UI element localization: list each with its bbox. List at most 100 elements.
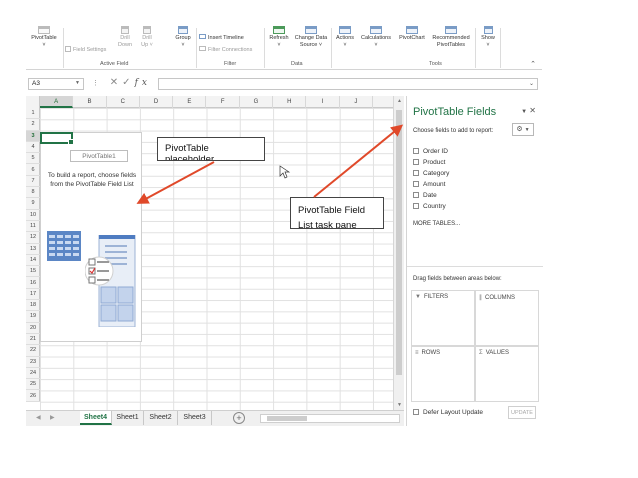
cancel-icon[interactable]: ✕ [110,77,122,88]
insert-timeline-button[interactable]: Insert Timeline [199,34,244,42]
row-header-26[interactable]: 26 [26,391,40,402]
pane-options-icon[interactable]: ▼ [521,109,527,115]
change-source-icon [305,26,317,34]
checkbox-icon[interactable] [413,203,419,209]
field-settings-button[interactable]: Field Settings [65,46,106,54]
insert-function-icon[interactable]: fx [135,78,151,88]
row-header-24[interactable]: 24 [26,368,40,380]
row-header-5[interactable]: 5 [26,153,40,165]
show-button[interactable]: Show ˅ [477,26,499,60]
checkbox-icon[interactable] [413,409,419,415]
calculations-button[interactable]: Calculations ˅ [358,26,394,60]
expand-formula-icon[interactable]: ⌄ [529,80,534,87]
row-header-10[interactable]: 10 [26,210,40,221]
column-header-f[interactable]: F [207,96,240,108]
column-header-b[interactable]: B [73,96,107,108]
row-header-15[interactable]: 15 [26,266,40,278]
tab-sheet1[interactable]: Sheet1 [112,411,144,425]
recommended-pivottables-button[interactable]: Recommended PivotTables [428,26,474,60]
column-header-h[interactable]: H [273,96,307,108]
pivottable-button[interactable]: PivotTable ˅ [26,26,62,60]
defer-layout-update[interactable]: Defer Layout Update [413,409,483,416]
checkbox-icon[interactable] [413,181,419,187]
tab-sheet2[interactable]: Sheet2 [144,411,178,425]
row-header-13[interactable]: 13 [26,244,40,255]
more-tables-link[interactable]: MORE TABLES... [413,221,460,227]
select-all-corner[interactable] [26,96,40,108]
row-header-20[interactable]: 20 [26,323,40,334]
column-header-e[interactable]: E [173,96,207,108]
values-area[interactable]: Σ VALUES [475,346,539,402]
close-icon[interactable]: ✕ [529,106,536,115]
scroll-down-icon[interactable]: ▼ [395,402,404,408]
refresh-button[interactable]: Refresh ˅ [266,26,292,60]
row-header-9[interactable]: 9 [26,198,40,210]
name-box[interactable]: A3 ▼ [28,78,84,90]
row-header-6[interactable]: 6 [26,165,40,176]
actions-button[interactable]: Actions ˅ [332,26,358,60]
field-item-country[interactable]: Country [413,203,446,210]
row-header-21[interactable]: 21 [26,334,40,346]
tab-next-icon[interactable]: ▶ [50,414,55,421]
tab-prev-icon[interactable]: ◀ [36,414,41,421]
checkbox-icon[interactable] [413,192,419,198]
vertical-scroll-thumb[interactable] [396,110,402,375]
field-item-amount[interactable]: Amount [413,181,445,188]
column-header-d[interactable]: D [140,96,174,108]
row-header-18[interactable]: 18 [26,300,40,312]
horizontal-scrollbar[interactable] [260,414,400,423]
row-header-2[interactable]: 2 [26,119,40,131]
horizontal-scroll-thumb[interactable] [267,416,307,421]
add-sheet-icon[interactable]: + [233,412,245,424]
row-header-17[interactable]: 17 [26,289,40,301]
pivotchart-button[interactable]: PivotChart [396,26,428,60]
pivottable-name: PivotTable1 [70,150,128,162]
row-header-8[interactable]: 8 [26,187,40,199]
row-header-25[interactable]: 25 [26,379,40,391]
pivotchart-icon [406,26,418,34]
change-data-source-button[interactable]: Change Data Source ˅ [292,26,330,60]
column-header-a[interactable]: A [40,96,74,108]
column-header-j[interactable]: J [340,96,373,108]
checkbox-icon[interactable] [413,170,419,176]
checkbox-icon[interactable] [413,148,419,154]
column-header-i[interactable]: I [306,96,340,108]
group-button[interactable]: Group ˅ [170,26,196,60]
field-item-category[interactable]: Category [413,170,449,177]
gear-icon[interactable]: ⚙ ▼ [512,123,534,136]
columns-area[interactable]: ∥ COLUMNS [475,290,539,346]
collapse-ribbon-icon[interactable]: ⌃ [530,60,536,68]
field-item-date[interactable]: Date [413,192,437,199]
update-button[interactable]: UPDATE [508,406,536,419]
field-item-product[interactable]: Product [413,159,445,166]
chevron-down-icon[interactable]: ▼ [75,80,80,86]
checkbox-icon[interactable] [413,159,419,165]
field-item-order-id[interactable]: Order ID [413,148,448,155]
tab-sheet4[interactable]: Sheet4 [80,411,112,425]
row-header-16[interactable]: 16 [26,278,40,289]
column-header-c[interactable]: C [107,96,140,108]
row-header-4[interactable]: 4 [26,142,40,154]
formula-input[interactable]: ⌄ [158,78,538,90]
row-header-23[interactable]: 23 [26,357,40,368]
rows-area[interactable]: ≡ ROWS [411,346,475,402]
drill-down-button[interactable]: Drill Down [114,26,136,60]
drill-up-button[interactable]: Drill Up ˅ [136,26,158,60]
pivottable-placeholder[interactable]: PivotTable1 To build a report, choose fi… [40,132,142,342]
selected-cell-a3[interactable] [40,132,74,145]
row-header-12[interactable]: 12 [26,232,40,244]
row-header-14[interactable]: 14 [26,255,40,267]
filter-connections-button[interactable]: Filter Connections [199,46,252,54]
row-header-11[interactable]: 11 [26,221,40,233]
row-header-1[interactable]: 1 [26,108,40,120]
tab-sheet3[interactable]: Sheet3 [178,411,212,425]
vertical-scrollbar[interactable]: ▲ ▼ [393,96,404,410]
scroll-up-icon[interactable]: ▲ [395,98,404,104]
filters-area[interactable]: ▼ FILTERS [411,290,475,346]
row-header-7[interactable]: 7 [26,176,40,188]
row-header-19[interactable]: 19 [26,311,40,323]
enter-icon[interactable]: ✓ [122,77,134,88]
row-header-3[interactable]: 3 [26,130,40,142]
row-header-22[interactable]: 22 [26,345,40,357]
column-header-g[interactable]: G [240,96,274,108]
